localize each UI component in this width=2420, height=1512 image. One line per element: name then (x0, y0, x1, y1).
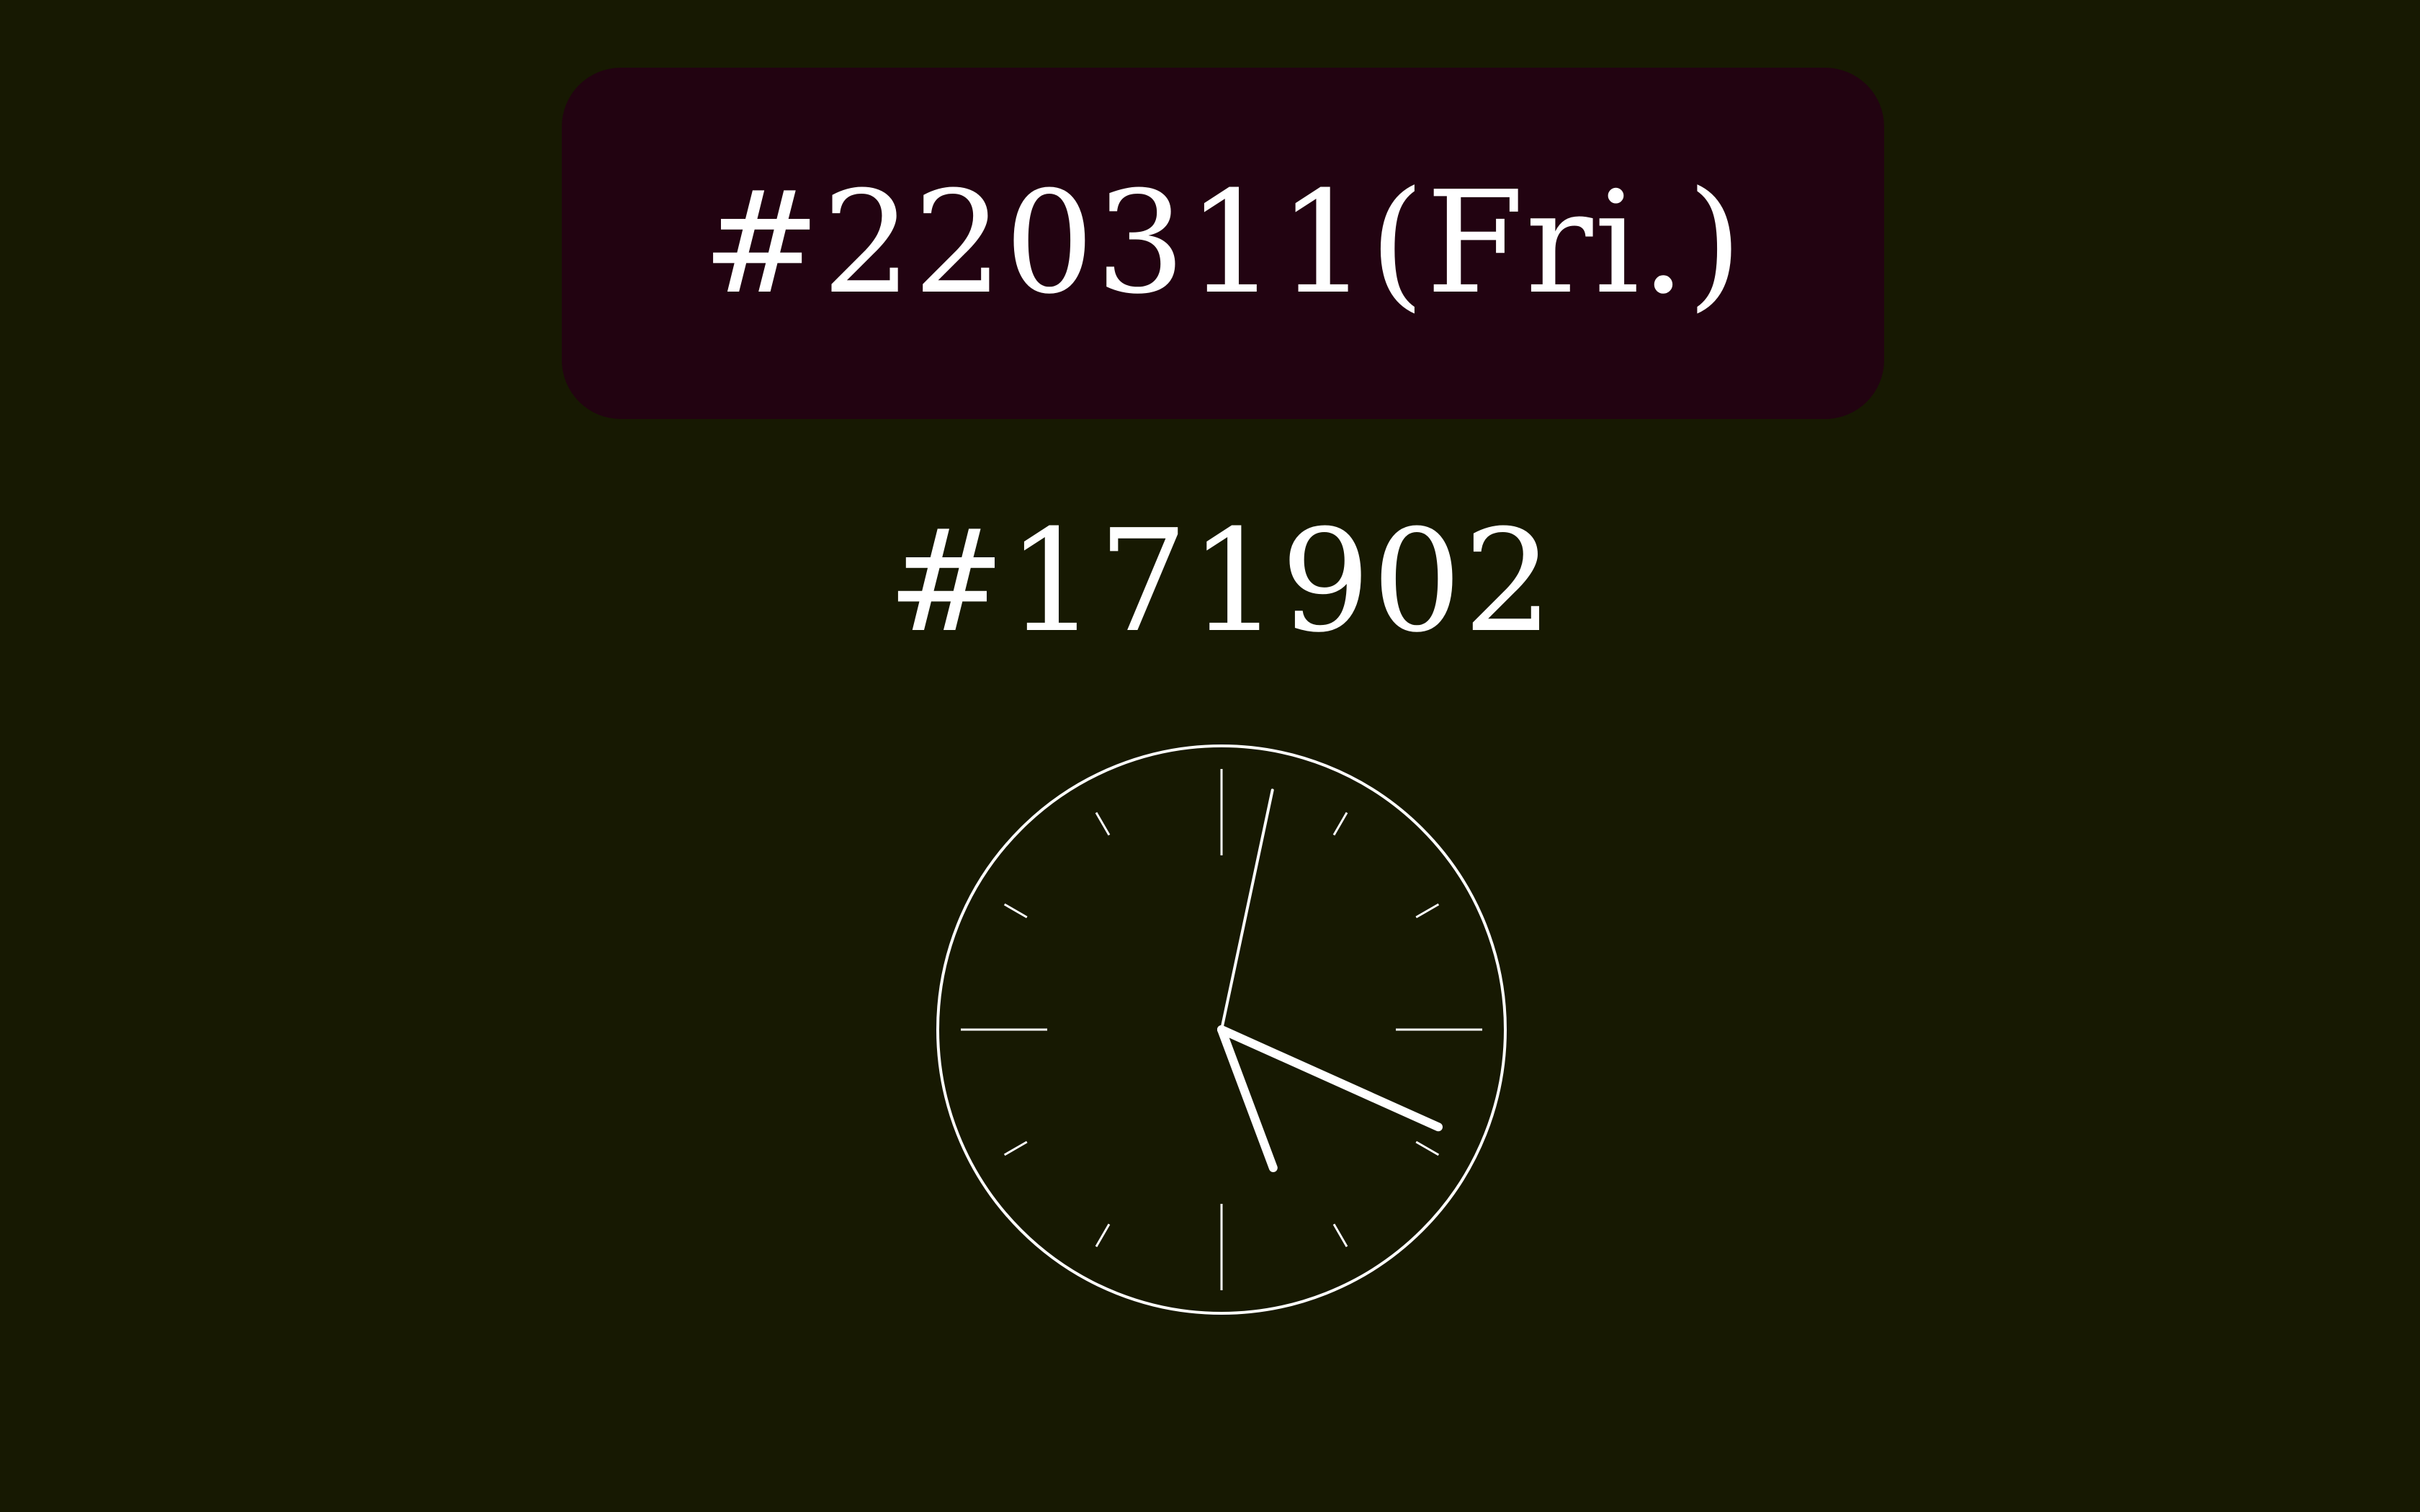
date-panel: #220311(Fri.) (562, 68, 1884, 419)
hour-tick (1332, 811, 1348, 836)
clock-center (1217, 1025, 1226, 1034)
hour-tick (1095, 1223, 1111, 1248)
second-hand (1220, 788, 1274, 1031)
hour-tick (1415, 903, 1440, 919)
hour-tick (1003, 903, 1028, 919)
hour-tick (1095, 811, 1111, 836)
analog-clock (936, 744, 1507, 1315)
date-label: #220311(Fri.) (702, 161, 1744, 325)
hour-tick (1003, 1140, 1028, 1156)
clock-screen: #220311(Fri.) #171902 (0, 0, 2420, 1512)
hour-tick (1332, 1223, 1348, 1248)
time-label: #171902 (887, 500, 1555, 664)
hour-tick (1415, 1140, 1440, 1156)
